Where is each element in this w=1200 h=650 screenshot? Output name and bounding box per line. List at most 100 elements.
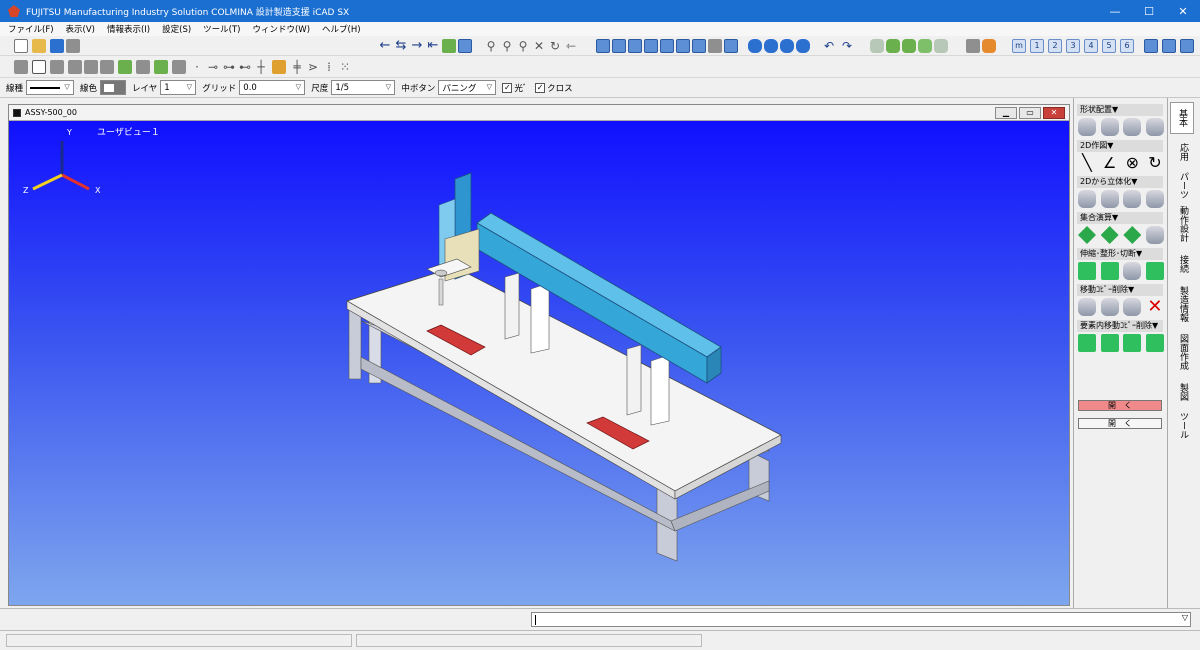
line-snap-3-icon[interactable]: ⊷ [238, 60, 252, 74]
view-6-button[interactable]: 6 [1120, 39, 1134, 53]
menu-tools[interactable]: ツール(T) [203, 23, 240, 35]
snap-6-icon[interactable] [154, 60, 168, 74]
revolve-icon[interactable] [1100, 190, 1119, 208]
element-move-icon[interactable] [1078, 334, 1096, 352]
element-copy-icon[interactable] [1100, 334, 1119, 352]
line-snap-2-icon[interactable]: ⊶ [222, 60, 236, 74]
line-snap-1-icon[interactable]: ⊸ [206, 60, 220, 74]
tab-advanced[interactable]: 応用 [1170, 138, 1194, 166]
cross-checkbox[interactable]: ✓ クロス [535, 82, 573, 94]
view-left-icon[interactable] [628, 39, 642, 53]
snap-3-icon[interactable] [100, 60, 114, 74]
command-input[interactable]: ▽ [531, 612, 1191, 627]
light-checkbox[interactable]: ✓ 光ﾞ [502, 82, 527, 94]
delete-icon[interactable]: ✕ [1146, 298, 1164, 316]
snap-1-icon[interactable] [50, 60, 64, 74]
mid-button-combo[interactable]: パニング ▽ [438, 80, 497, 95]
cylinder-small-icon[interactable] [1123, 118, 1142, 136]
tab-parts[interactable]: パーツ [1170, 170, 1194, 200]
section-stretch-cut[interactable]: 伸縮･整形･切断▼ [1077, 248, 1163, 260]
view-top-icon[interactable] [660, 39, 674, 53]
box-icon[interactable] [1100, 118, 1119, 136]
view-right-icon[interactable] [644, 39, 658, 53]
subtract-icon[interactable] [1100, 226, 1119, 244]
cone-icon[interactable] [1145, 118, 1164, 136]
arrow-back-icon[interactable]: ⇤ [426, 39, 440, 53]
circle-rotate-icon[interactable]: ↻ [1146, 154, 1164, 172]
tab-basic[interactable]: 基本 [1170, 102, 1194, 134]
circle-x-icon[interactable]: ⊗ [1123, 154, 1141, 172]
menu-window[interactable]: ウィンドウ(W) [252, 23, 310, 35]
new-file-icon[interactable] [14, 39, 28, 53]
grid-dots-icon[interactable]: ⁙ [338, 60, 352, 74]
open-folder-icon[interactable] [32, 39, 46, 53]
stretch-icon[interactable] [1078, 262, 1096, 280]
line-color-swatch[interactable] [100, 80, 127, 95]
box-select-icon[interactable] [32, 60, 46, 74]
sweep-icon[interactable] [1123, 190, 1142, 208]
snap-10-icon[interactable]: ⁞ [322, 60, 336, 74]
cylinder-5-icon[interactable] [934, 39, 948, 53]
open-button-1[interactable]: 開 く [1078, 400, 1162, 411]
view-bottom-icon[interactable] [676, 39, 690, 53]
ap-icon[interactable] [272, 60, 286, 74]
tab-manufacturing-info[interactable]: 製造情報 [1170, 282, 1194, 326]
view-front-icon[interactable] [596, 39, 610, 53]
view-4-button[interactable]: 4 [1084, 39, 1098, 53]
view-iso-icon[interactable] [692, 39, 706, 53]
tab-motion-design[interactable]: 動作設計 [1170, 202, 1194, 246]
snap-9-icon[interactable]: ⋗ [306, 60, 320, 74]
section-boolean[interactable]: 集合演算▼ [1077, 212, 1163, 224]
view-2-button[interactable]: 2 [1048, 39, 1062, 53]
multi-copy-icon[interactable] [1123, 298, 1142, 316]
line-draw-icon[interactable]: ╲ [1078, 154, 1096, 172]
shade-4-icon[interactable] [796, 39, 810, 53]
view-m-button[interactable]: m [1012, 39, 1026, 53]
rotate-icon[interactable]: ↻ [548, 39, 562, 53]
fit-icon[interactable]: ✕ [532, 39, 546, 53]
arrow-left-icon[interactable]: ← [378, 39, 392, 53]
print-view-icon[interactable] [708, 39, 722, 53]
fillet-icon[interactable] [1123, 262, 1142, 280]
undo-icon[interactable]: ↶ [822, 39, 836, 53]
snap-7-icon[interactable] [172, 60, 186, 74]
menu-settings[interactable]: 設定(S) [162, 23, 191, 35]
redo-icon[interactable]: ↷ [840, 39, 854, 53]
view-1-button[interactable]: 1 [1030, 39, 1044, 53]
copy-icon[interactable] [1100, 298, 1119, 316]
doc-close-button[interactable]: ✕ [1043, 107, 1065, 119]
open-button-2[interactable]: 開 く [1078, 418, 1162, 429]
polygon-icon[interactable] [84, 60, 98, 74]
snap-4-icon[interactable] [118, 60, 132, 74]
shade-icon[interactable] [748, 39, 762, 53]
view-back-icon[interactable] [612, 39, 626, 53]
cylinder-1-icon[interactable] [870, 39, 884, 53]
tab-tools[interactable]: ツール [1170, 410, 1194, 440]
window-single-icon[interactable] [1162, 39, 1176, 53]
doc-minimize-button[interactable]: ▁ [995, 107, 1017, 119]
line-type-combo[interactable]: ▽ [26, 80, 75, 95]
shape-edit-icon[interactable] [1100, 262, 1119, 280]
snap-5-icon[interactable] [136, 60, 150, 74]
shade-3-icon[interactable] [780, 39, 794, 53]
window-split-icon[interactable] [1180, 39, 1194, 53]
section-2d-to-solid[interactable]: 2Dから立体化▼ [1077, 176, 1163, 188]
grid-combo[interactable]: 0.0 ▽ [239, 80, 306, 95]
menu-help[interactable]: ヘルプ(H) [322, 23, 361, 35]
cut-icon[interactable] [1145, 262, 1164, 280]
doc-restore-button[interactable]: ▭ [1019, 107, 1041, 119]
window-tile-icon[interactable] [1144, 39, 1158, 53]
tab-drafting[interactable]: 製図 [1170, 378, 1194, 406]
snap-8-icon[interactable]: ╪ [290, 60, 304, 74]
cylinder-2-icon[interactable] [886, 39, 900, 53]
section-2d-draw[interactable]: 2D作図▼ [1077, 140, 1163, 152]
view-5-button[interactable]: 5 [1102, 39, 1116, 53]
section-shape-placement[interactable]: 形状配置▼ [1077, 104, 1163, 116]
tab-drawing[interactable]: 図面作成 [1170, 330, 1194, 374]
section-element-move[interactable]: 要素内移動ｺﾋﾟｰ削除▼ [1077, 320, 1163, 332]
2d3d-icon[interactable] [458, 39, 472, 53]
split-icon[interactable] [1145, 226, 1164, 244]
layout-icon[interactable] [724, 39, 738, 53]
maximize-button[interactable]: ☐ [1132, 0, 1166, 22]
zoom-in-icon[interactable]: ⚲ [500, 39, 514, 53]
